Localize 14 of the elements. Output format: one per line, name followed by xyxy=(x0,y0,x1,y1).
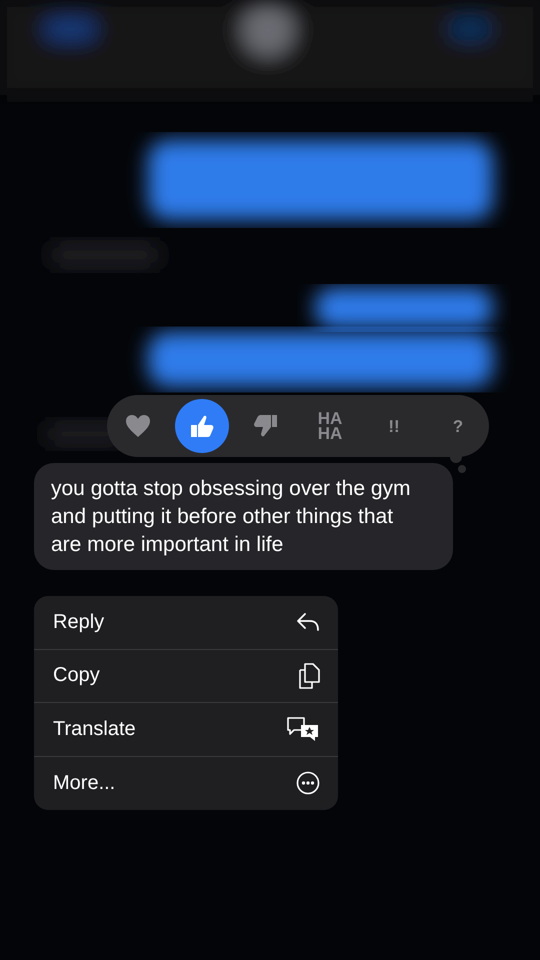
tapback-button[interactable]: HA HA xyxy=(303,399,357,453)
menu-item[interactable]: Translate xyxy=(34,703,338,756)
copy-icon xyxy=(298,662,320,689)
tapback-button[interactable]: !! xyxy=(367,399,421,453)
menu-item[interactable]: Reply xyxy=(34,596,338,650)
message-text: you gotta stop obsessing over the gym and putting it before other things that are more important in life xyxy=(51,477,411,556)
thumbs-up-button[interactable] xyxy=(175,399,229,453)
reply-icon xyxy=(296,612,320,632)
translate-icon xyxy=(286,716,320,742)
tapback-button[interactable]: ? xyxy=(431,399,485,453)
heart-icon xyxy=(125,414,151,438)
menu-item[interactable]: Copy xyxy=(34,650,338,703)
menu-item[interactable]: More... xyxy=(34,756,338,810)
more-icon xyxy=(296,771,320,796)
